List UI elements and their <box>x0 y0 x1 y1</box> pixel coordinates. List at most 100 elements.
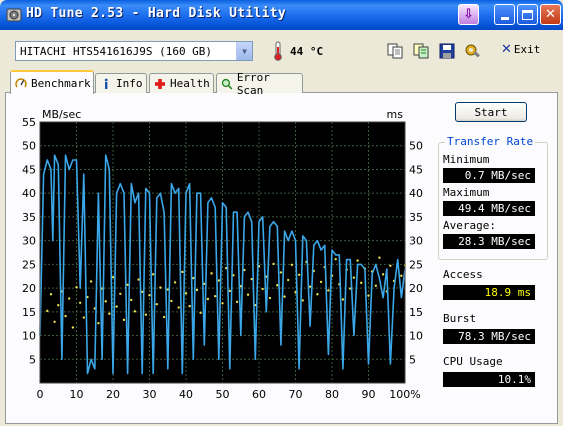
x-tick-label: 100% <box>389 388 420 401</box>
minimum-value: 0.7 MB/sec <box>443 168 535 183</box>
minimum-label: Minimum <box>443 153 490 166</box>
access-time-point <box>71 326 75 329</box>
access-time-point <box>111 275 115 279</box>
drive-select-value: HITACHI HTS541616J9S (160 GB) <box>20 45 213 58</box>
tab-label: Info <box>116 77 143 90</box>
thermometer-icon <box>274 41 282 61</box>
health-icon <box>155 78 165 89</box>
save-icon[interactable] <box>438 42 456 60</box>
average-label: Average: <box>443 219 496 232</box>
access-time-point <box>246 293 250 296</box>
access-time-point <box>268 296 272 300</box>
temperature-readout: 44 °C <box>290 45 324 58</box>
access-time-point <box>119 292 122 295</box>
y-left-tick-label: 55 <box>22 116 36 129</box>
access-time-point <box>352 276 356 279</box>
y-right-axis-label: ms <box>387 108 404 121</box>
burst-value: 78.3 MB/sec <box>443 329 535 344</box>
maximize-button[interactable] <box>517 4 538 25</box>
access-time-point <box>341 298 345 301</box>
burst-label: Burst <box>443 312 477 325</box>
access-time-point <box>82 316 86 319</box>
drive-select[interactable]: HITACHI HTS541616J9S (160 GB) ▼ <box>15 41 253 61</box>
access-time-point <box>53 320 56 323</box>
benchmark-chart: 5101520253035404550555101520253035404550… <box>22 108 423 401</box>
y-left-tick-label: 25 <box>22 258 36 271</box>
start-button[interactable]: Start <box>455 102 527 122</box>
maximum-label: Maximum <box>443 186 490 199</box>
access-time-point <box>115 305 118 308</box>
access-time-point <box>228 289 231 293</box>
tab-benchmark[interactable]: Benchmark <box>10 70 94 94</box>
x-tick-label: 90 <box>362 388 376 401</box>
access-time-point <box>68 297 71 300</box>
access-time-point <box>206 297 210 301</box>
average-value: 28.3 MB/sec <box>443 234 535 249</box>
access-time-point <box>181 270 184 274</box>
y-right-tick-label: 15 <box>409 306 423 319</box>
access-time-point <box>319 280 323 284</box>
y-right-tick-label: 5 <box>409 353 416 366</box>
exit-button[interactable]: ✕ Exit <box>501 42 540 57</box>
tab-error-scan[interactable]: Error Scan <box>216 71 303 97</box>
tab-info[interactable]: Info <box>95 73 147 93</box>
access-label: Access <box>443 268 483 281</box>
access-time-point <box>261 287 264 291</box>
access-time-point <box>290 263 294 267</box>
download-button[interactable]: ⇩ <box>458 4 479 25</box>
access-time-point <box>57 303 60 307</box>
x-tick-label: 50 <box>216 388 230 401</box>
tab-label: Health <box>170 77 210 90</box>
access-time-point <box>46 309 49 313</box>
access-time-point <box>78 301 82 305</box>
copy-text-icon[interactable] <box>412 42 430 60</box>
y-right-tick-label: 25 <box>409 258 423 271</box>
access-time-point <box>64 314 67 318</box>
options-icon[interactable] <box>464 42 482 60</box>
access-time-point <box>283 295 286 298</box>
y-left-tick-label: 45 <box>22 163 36 176</box>
access-time-point <box>327 289 330 292</box>
access-time-point <box>144 313 148 316</box>
hd-tune-app-icon <box>6 8 22 22</box>
access-time-point <box>133 310 137 313</box>
access-time-point <box>188 304 191 308</box>
access-time-point <box>199 311 202 314</box>
y-left-tick-label: 5 <box>29 353 36 366</box>
access-time-point <box>221 302 224 305</box>
access-time-point <box>97 322 100 325</box>
tab-label: Error Scan <box>236 70 270 97</box>
benchmark-icon <box>15 78 27 88</box>
access-time-point <box>210 272 213 275</box>
cpu-usage-label: CPU Usage <box>443 355 503 368</box>
close-button[interactable]: ✕ <box>540 4 561 25</box>
access-time-point <box>374 284 377 287</box>
transfer-rate-title: Transfer Rate <box>445 135 536 148</box>
y-right-tick-label: 50 <box>409 140 423 153</box>
title-bar[interactable]: HD Tune 2.53 - Hard Disk Utility ⇩ ✕ <box>0 0 563 30</box>
cpu-usage-value: 10.1% <box>443 372 535 387</box>
access-time-point <box>367 294 370 297</box>
maximum-value: 49.4 MB/sec <box>443 201 535 216</box>
access-time-point <box>104 300 107 303</box>
y-right-tick-label: 10 <box>409 330 423 343</box>
minimize-icon <box>500 16 509 20</box>
x-tick-label: 30 <box>143 388 157 401</box>
tab-health[interactable]: Health <box>149 73 214 93</box>
y-left-tick-label: 30 <box>22 235 36 248</box>
x-tick-label: 0 <box>37 388 44 401</box>
y-right-tick-label: 40 <box>409 187 423 200</box>
y-right-tick-label: 30 <box>409 235 423 248</box>
access-time-point <box>155 303 158 306</box>
x-tick-label: 10 <box>70 388 84 401</box>
access-time-point <box>316 293 319 296</box>
copy-icon[interactable] <box>386 42 404 60</box>
y-right-tick-label: 35 <box>409 211 423 224</box>
access-time-point <box>381 273 385 276</box>
access-time-point <box>287 278 290 282</box>
access-time-point <box>151 273 155 276</box>
y-left-axis-label: MB/sec <box>42 108 81 121</box>
chevron-down-icon[interactable]: ▼ <box>236 42 252 60</box>
minimize-button[interactable] <box>494 4 515 25</box>
y-left-tick-label: 20 <box>22 282 36 295</box>
